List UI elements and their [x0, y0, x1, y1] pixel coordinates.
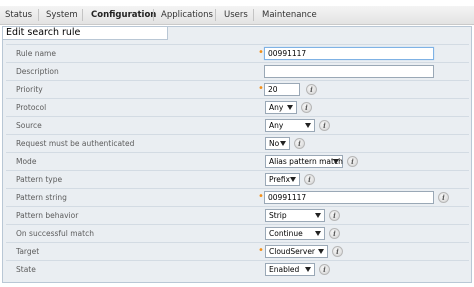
pattern-type-value: Prefix [269, 175, 291, 184]
protocol-label: Protocol [16, 103, 47, 112]
nav-applications[interactable]: Applications [161, 10, 213, 20]
info-icon[interactable]: i [329, 210, 340, 221]
row-pattern-string: Pattern string • i [6, 188, 469, 206]
nav-separator [82, 9, 83, 21]
row-request-auth: Request must be authenticated No i [6, 134, 469, 152]
nav-status[interactable]: Status [5, 10, 32, 20]
row-mode: Mode Alias pattern match i [6, 152, 469, 170]
panel-title: Edit search rule [6, 27, 81, 38]
protocol-select[interactable]: Any [265, 101, 297, 114]
chevron-down-icon [315, 213, 321, 218]
target-select[interactable]: CloudServer [265, 245, 328, 258]
target-label: Target [16, 247, 40, 256]
target-value: CloudServer [269, 247, 316, 256]
on-success-label: On successful match [16, 229, 94, 238]
row-pattern-behavior: Pattern behavior Strip i [6, 206, 469, 224]
info-icon[interactable]: i [319, 120, 330, 131]
rule-name-input[interactable] [264, 47, 434, 60]
edit-search-rule-panel: Edit search rule Rule name • Description… [2, 26, 472, 283]
description-label: Description [16, 67, 59, 76]
request-auth-label: Request must be authenticated [16, 139, 135, 148]
nav-users[interactable]: Users [224, 10, 248, 20]
row-source: Source Any i [6, 116, 469, 134]
protocol-value: Any [269, 103, 284, 112]
on-success-value: Continue [269, 229, 303, 238]
chevron-down-icon [280, 141, 286, 146]
row-protocol: Protocol Any i [6, 98, 469, 116]
nav-maintenance[interactable]: Maintenance [262, 10, 317, 20]
chevron-down-icon [305, 123, 311, 128]
chevron-down-icon [287, 105, 293, 110]
info-icon[interactable]: i [438, 192, 449, 203]
pattern-behavior-label: Pattern behavior [16, 211, 79, 220]
row-on-success: On successful match Continue i [6, 224, 469, 242]
nav-separator [215, 9, 216, 21]
row-pattern-type: Pattern type Prefix i [6, 170, 469, 188]
info-icon[interactable]: i [319, 264, 330, 275]
pattern-type-label: Pattern type [16, 175, 63, 184]
chevron-down-icon [318, 249, 324, 254]
nav-configuration[interactable]: Configuration [91, 10, 156, 20]
chevron-down-icon [290, 177, 296, 182]
row-target: Target • CloudServer i [6, 242, 469, 260]
top-nav-bar: Status System Configuration Applications… [0, 6, 474, 25]
row-priority: Priority • i [6, 80, 469, 98]
pattern-behavior-value: Strip [269, 211, 287, 220]
mode-label: Mode [16, 157, 37, 166]
source-select[interactable]: Any [265, 119, 315, 132]
on-success-select[interactable]: Continue [265, 227, 325, 240]
info-icon[interactable]: i [347, 156, 358, 167]
nav-system[interactable]: System [46, 10, 78, 20]
description-input[interactable] [264, 65, 434, 78]
priority-label: Priority [16, 85, 43, 94]
state-select[interactable]: Enabled [265, 263, 315, 276]
info-icon[interactable]: i [306, 84, 317, 95]
info-icon[interactable]: i [332, 246, 343, 257]
row-state: State Enabled i [6, 260, 469, 278]
state-value: Enabled [269, 265, 300, 274]
pattern-type-select[interactable]: Prefix [265, 173, 300, 186]
chevron-down-icon [333, 159, 339, 164]
info-icon[interactable]: i [294, 138, 305, 149]
chevron-down-icon [315, 231, 321, 236]
mode-value: Alias pattern match [269, 157, 343, 166]
pattern-string-input[interactable] [264, 191, 434, 204]
row-description: Description [6, 62, 469, 80]
panel-header: Edit search rule [3, 27, 168, 40]
info-icon[interactable]: i [329, 228, 340, 239]
mode-select[interactable]: Alias pattern match [265, 155, 343, 168]
pattern-string-label: Pattern string [16, 193, 67, 202]
nav-separator [253, 9, 254, 21]
source-value: Any [269, 121, 284, 130]
chevron-down-icon [305, 267, 311, 272]
nav-separator [153, 9, 154, 21]
priority-input[interactable] [264, 83, 300, 96]
rule-name-label: Rule name [16, 49, 56, 58]
nav-separator [38, 9, 39, 21]
required-asterisk: • [258, 245, 264, 256]
request-auth-value: No [269, 139, 280, 148]
pattern-behavior-select[interactable]: Strip [265, 209, 325, 222]
state-label: State [16, 265, 36, 274]
source-label: Source [16, 121, 42, 130]
info-icon[interactable]: i [304, 174, 315, 185]
row-rule-name: Rule name • [6, 44, 469, 62]
info-icon[interactable]: i [301, 102, 312, 113]
request-auth-select[interactable]: No [265, 137, 290, 150]
